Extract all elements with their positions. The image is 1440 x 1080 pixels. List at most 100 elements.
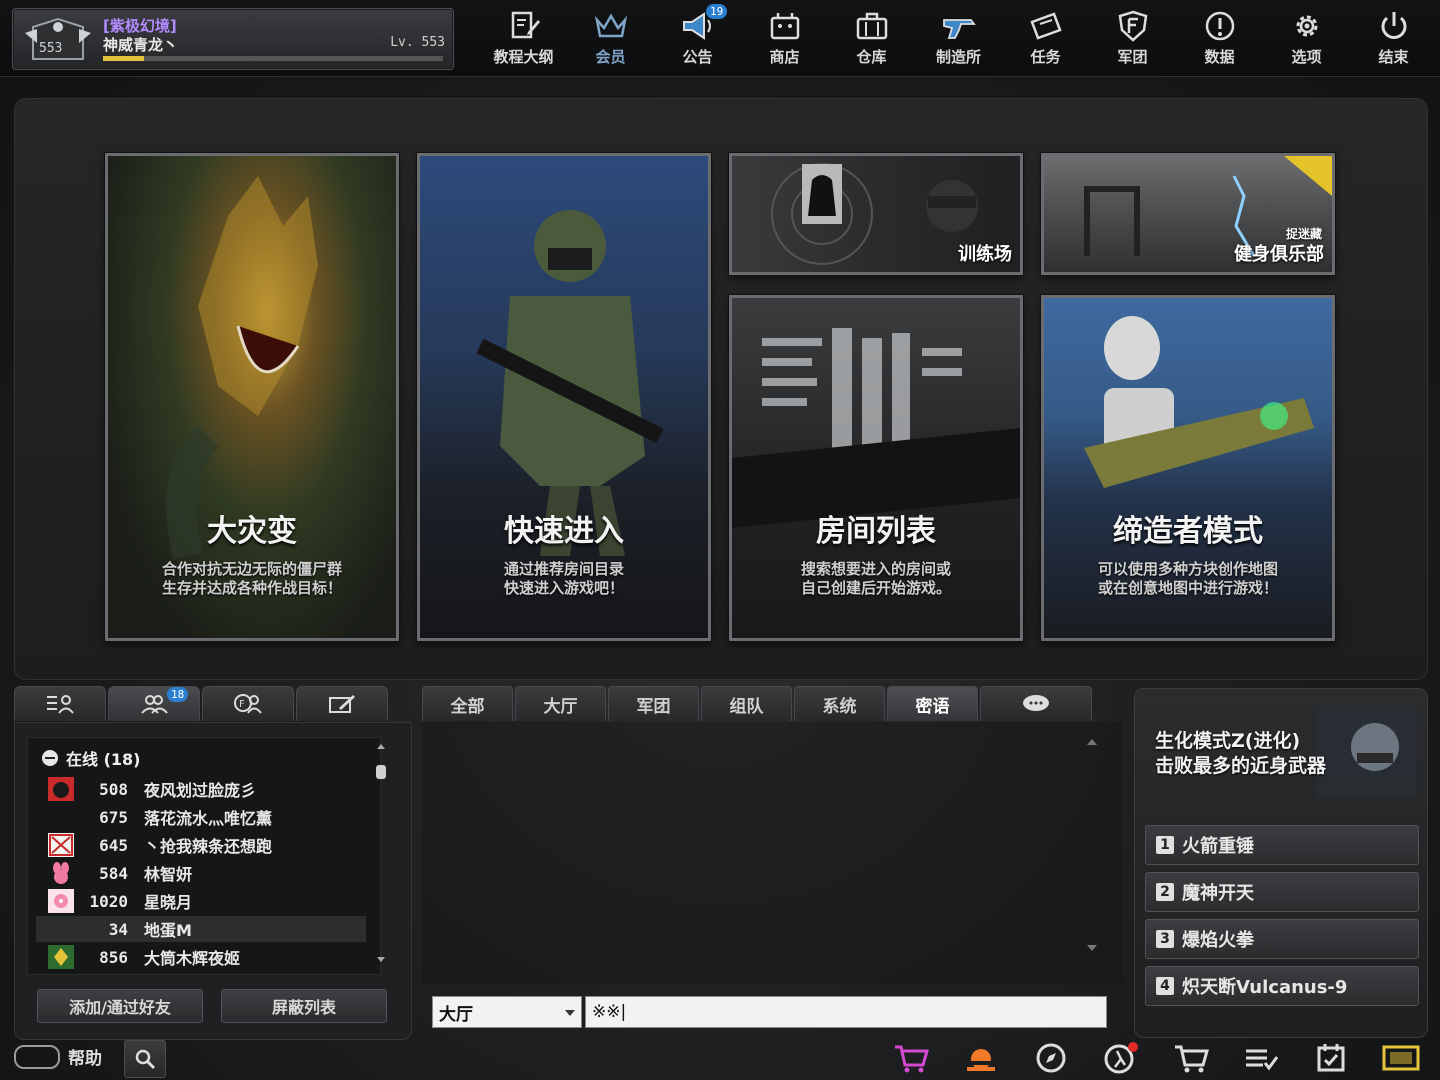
sun-event-icon [967,1049,995,1071]
chat-tab-all[interactable]: 全部 [422,686,513,721]
menu-notice[interactable]: 19 公告 [654,0,741,76]
checklist-button[interactable] [1226,1038,1296,1078]
weapon-name: 炽天断Vulcanus-9 [1182,977,1348,998]
notebook-edit-icon [511,11,540,39]
checklist-icon [1246,1049,1279,1071]
friend-name: 大筒木辉夜姬 [144,949,241,968]
menu-label: 教程大纲 [493,48,554,66]
event-button[interactable] [946,1038,1016,1078]
weapon-rank-item[interactable]: 2 魔神开天 [1145,872,1419,912]
replay-button[interactable] [1366,1038,1436,1078]
friend-row[interactable]: 856 大筒木辉夜姬 [36,944,366,970]
help-button[interactable]: 帮助 [14,1044,102,1069]
friend-level: 1020 [89,891,128,911]
friend-row[interactable]: 1020 星晓月 [36,888,366,914]
friend-row[interactable]: 508 夜风划过脸庞彡 [36,776,366,802]
menu-label: 任务 [1030,48,1061,66]
card-desc-line1: 可以使用多种方块创作地图 [1097,560,1278,578]
activity-button[interactable] [1086,1038,1156,1078]
menu-label: 公告 [682,48,713,66]
chat-tab-whisper[interactable]: 密语 [887,686,978,721]
card-gym[interactable]: 捉迷藏 健身俱乐部 [1041,153,1335,275]
search-button[interactable] [124,1040,166,1078]
add-friend-button[interactable]: 添加/通过好友 [37,989,203,1023]
card-desc-line1: 搜索想要进入的房间或 [800,560,951,578]
clan-tag: [紫极幻境] [103,17,177,35]
calendar-button[interactable] [1296,1038,1366,1078]
friend-level: 508 [99,779,128,799]
chat-messages[interactable] [422,722,1122,984]
cart-plus-button[interactable] [876,1038,946,1078]
red-x-emblem-icon [48,833,74,857]
tab-friend-list[interactable] [14,686,106,721]
weapon-rank-item[interactable]: 1 火箭重锤 [1145,825,1419,865]
menu-options[interactable]: 选项 [1263,0,1350,76]
tab-clan-friends[interactable]: F [202,686,294,721]
friend-name: 林智妍 [144,865,193,884]
menu-label: 数据 [1204,48,1235,66]
film-icon [1382,1045,1420,1071]
gun-icon [942,19,976,39]
card-desc-line2: 自己创建后开始游戏。 [800,579,951,597]
friend-panel: 在线 (18) 508 夜风划过脸庞彡 675 落花流水灬唯忆薰 645 丶抢我… [14,722,412,1040]
tab-notes[interactable] [296,686,388,721]
weapon-name: 火箭重锤 [1182,836,1254,857]
chat-tab-emoji[interactable] [980,686,1092,721]
card-title: 健身俱乐部 [1234,244,1324,265]
friend-row[interactable]: 584 林智妍 [36,860,366,886]
chat-tab-party[interactable]: 组队 [701,686,792,721]
friend-row[interactable]: 645 丶抢我辣条还想跑 [36,832,366,858]
card-training[interactable]: 训练场 [729,153,1023,275]
search-icon [135,1049,156,1070]
menu-store[interactable]: 商店 [741,0,828,76]
friend-list-scrollbar[interactable] [375,743,387,963]
menu-mission[interactable]: 任务 [1002,0,1089,76]
pink-rabbit-emblem-icon [53,862,69,884]
chat-scroll-down-icon[interactable] [1086,944,1098,952]
block-list-button[interactable]: 屏蔽列表 [221,989,387,1023]
ranking-panel: 生化模式Z(进化) 击败最多的近身武器 1 火箭重锤 2 魔神开天 3 爆焰火拳 4炽… [1134,688,1428,1038]
online-group-header[interactable]: 在线 (18) [42,746,140,770]
card-title: 训练场 [958,244,1012,265]
empty-emblem [48,917,74,941]
list-user-icon [47,695,74,714]
chat-input[interactable]: ※※| [585,996,1107,1028]
menu-clan[interactable]: 军团 [1089,0,1176,76]
tab-friends[interactable]: 18 [108,686,200,721]
weapon-rank-item[interactable]: 4 炽天断Vulcanus-9 [1145,966,1419,1006]
card-room-list[interactable]: 房间列表 搜索想要进入的房间或 自己创建后开始游戏。 [729,295,1023,641]
card-quick-start[interactable]: 快速进入 通过推荐房间目录 快速进入游戏吧！ [417,153,711,641]
crown-icon [594,13,627,38]
green-leaf-emblem-icon [48,945,74,969]
friends-badge: 18 [167,687,189,702]
briefcase-icon [856,12,887,40]
info-icon [1205,11,1234,41]
friend-row[interactable]: 675 落花流水灬唯忆薰 [36,804,366,830]
chat-channel-select[interactable]: 大厅 [432,996,582,1028]
mode-title-line2: 击败最多的近身武器 [1155,755,1327,777]
menu-data[interactable]: 数据 [1176,0,1263,76]
chat-tab-system[interactable]: 系统 [794,686,885,721]
player-profile[interactable]: 553 [紫极幻境] 神威青龙丶 Lv. 553 [12,8,454,70]
card-desc-line2: 生存并达成各种作战目标！ [161,579,342,597]
menu-storage[interactable]: 仓库 [828,0,915,76]
card-creator-mode[interactable]: 缔造者模式 可以使用多种方块创作地图 或在创意地图中进行游戏！ [1041,295,1335,641]
chat-tab-lobby[interactable]: 大厅 [515,686,606,721]
chat-scroll-up-icon[interactable] [1086,738,1098,746]
card-disaster[interactable]: 大灾变 合作对抗无边无际的僵尸群 生存并达成各种作战目标！ [105,153,399,641]
chat-tab-clan[interactable]: 军团 [608,686,699,721]
friend-row-selected[interactable]: 34 地蛋M [36,916,366,942]
compass-button[interactable] [1016,1038,1086,1078]
mode-title: 生化模式Z(进化) 击败最多的近身武器 [1155,729,1326,779]
menu-label: 会员 [595,48,626,66]
keyboard-toggle-icon [14,1044,60,1069]
menu-tutorial[interactable]: 教程大纲 [480,0,567,76]
menu-member[interactable]: 会员 [567,0,654,76]
shop-cart-button[interactable] [1156,1038,1226,1078]
weapon-rank-item[interactable]: 3 爆焰火拳 [1145,919,1419,959]
menu-workshop[interactable]: 制造所 [915,0,1002,76]
menu-label: 军团 [1117,48,1148,66]
menu-exit[interactable]: 结束 [1350,0,1437,76]
rank-number: 2 [1156,883,1174,901]
notice-badge: 19 [706,4,728,19]
